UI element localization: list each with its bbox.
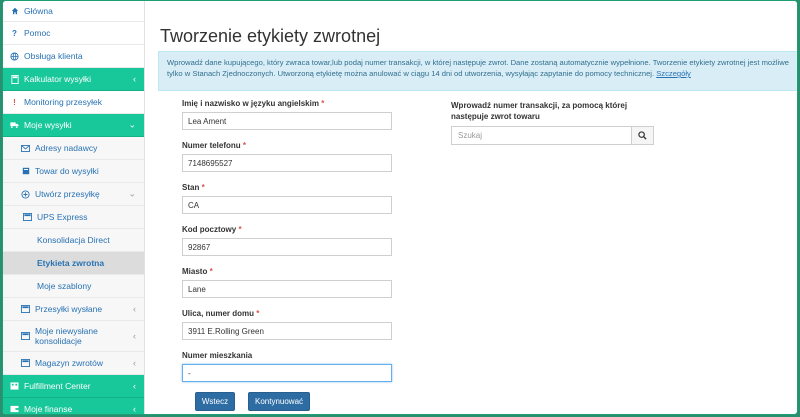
- transaction-search: Wprowadź numer transakcji, za pomocą któ…: [451, 100, 656, 145]
- sidebar-item-unsent-consolidations[interactable]: Moje niewysłane konsolidacje ‹: [3, 321, 144, 352]
- apartment-input[interactable]: -: [182, 364, 392, 382]
- sidebar-item-label: Towar do wysyłki: [35, 166, 99, 176]
- sidebar-item-label: Przesyłki wysłane: [35, 304, 103, 314]
- globe-icon: [10, 51, 19, 61]
- list-icon: [23, 213, 32, 222]
- street-label: Ulica, numer domu *: [182, 309, 260, 318]
- sidebar-item-sender-addresses[interactable]: Adresy nadawcy: [3, 137, 144, 160]
- chevron-left-icon: ‹: [133, 404, 136, 414]
- sidebar-item-label: Magazyn zwrotów: [35, 358, 104, 368]
- sidebar-item-ups-express[interactable]: UPS Express: [3, 206, 144, 229]
- sidebar-item-label: Moje finanse: [24, 404, 73, 414]
- search-button[interactable]: [632, 126, 654, 145]
- sidebar-item-label: Moje niewysłane konsolidacje: [35, 326, 98, 346]
- sidebar-item-label: UPS Express: [37, 212, 88, 222]
- app-window: Główna ? Pomoc Obsługa klienta Kalkulato…: [2, 0, 798, 415]
- box-icon: [21, 167, 30, 176]
- list-icon: [21, 305, 30, 314]
- zip-input[interactable]: 92867: [182, 238, 392, 256]
- search-icon: [638, 127, 647, 145]
- continue-button[interactable]: Kontynuować: [248, 392, 310, 411]
- phone-label: Numer telefonu *: [182, 141, 247, 150]
- phone-field-group: Numer telefonu * 7148695527: [182, 141, 392, 183]
- sidebar-item-label: Monitoring przesyłek: [24, 97, 102, 107]
- sidebar-item-label: Adresy nadawcy: [35, 143, 98, 153]
- sidebar-item-label: Moje szablony: [37, 281, 92, 291]
- chevron-down-icon: ⌄: [128, 119, 136, 130]
- sidebar-item-calculator[interactable]: Kalkulator wysyłki ‹: [3, 68, 144, 91]
- plus-circle-icon: [21, 189, 30, 199]
- info-alert: Wprowadź dane kupującego, który zwraca t…: [158, 51, 797, 91]
- chevron-left-icon: ‹: [133, 331, 136, 341]
- street-input[interactable]: 3911 E.Rolling Green: [182, 322, 392, 340]
- name-field-group: Imię i nazwisko w języku angielskim * Le…: [182, 99, 392, 141]
- sidebar-item-fulfillment[interactable]: Fulfillment Center ‹: [3, 375, 144, 398]
- zip-label: Kod pocztowy *: [182, 225, 242, 234]
- sidebar-item-label: Fulfillment Center: [24, 381, 91, 391]
- sidebar: Główna ? Pomoc Obsługa klienta Kalkulato…: [3, 1, 145, 414]
- sidebar-item-help[interactable]: ? Pomoc: [3, 22, 144, 45]
- back-button[interactable]: Wstecz: [195, 392, 235, 411]
- sidebar-item-label: Obsługa klienta: [24, 51, 83, 61]
- sidebar-item-direct-consolidation[interactable]: Konsolidacja Direct: [3, 229, 144, 252]
- phone-input[interactable]: 7148695527: [182, 154, 392, 172]
- list-icon: [21, 359, 30, 368]
- sidebar-item-label: Główna: [24, 6, 53, 16]
- chevron-left-icon: ‹: [133, 304, 136, 314]
- name-input[interactable]: Lea Ament: [182, 112, 392, 130]
- home-icon: [10, 7, 19, 16]
- state-input[interactable]: CA: [182, 196, 392, 214]
- list-icon: [21, 332, 30, 341]
- sidebar-item-customer-service[interactable]: Obsługa klienta: [3, 45, 144, 68]
- return-address-form: Imię i nazwisko w języku angielskim * Le…: [182, 99, 392, 393]
- street-field-group: Ulica, numer domu * 3911 E.Rolling Green: [182, 309, 392, 351]
- zip-field-group: Kod pocztowy * 92867: [182, 225, 392, 267]
- sidebar-item-label: Utwórz przesyłkę: [35, 189, 100, 199]
- page-title: Tworzenie etykiety zwrotnej: [160, 26, 381, 46]
- transaction-search-input[interactable]: Szukaj: [451, 126, 632, 145]
- sidebar-item-label: Konsolidacja Direct: [37, 235, 110, 245]
- city-field-group: Miasto * Lane: [182, 267, 392, 309]
- sidebar-item-label: Pomoc: [24, 28, 51, 38]
- apartment-field-group: Numer mieszkania -: [182, 351, 392, 393]
- details-link[interactable]: Szczegóły: [656, 69, 691, 78]
- envelope-icon: [21, 144, 30, 153]
- chevron-down-icon: ⌄: [128, 188, 136, 199]
- state-field-group: Stan * CA: [182, 183, 392, 225]
- sidebar-item-label: Kalkulator wysyłki: [24, 74, 92, 84]
- transaction-label: Wprowadź numer transakcji, za pomocą któ…: [451, 101, 628, 121]
- question-icon: ?: [12, 28, 17, 38]
- name-label: Imię i nazwisko w języku angielskim *: [182, 99, 325, 108]
- building-icon: [10, 382, 19, 391]
- sidebar-item-finances[interactable]: Moje finanse ‹: [3, 398, 144, 414]
- sidebar-item-sent-shipments[interactable]: Przesyłki wysłane ‹: [3, 298, 144, 321]
- sidebar-item-label: Moje wysyłki: [24, 120, 72, 130]
- city-input[interactable]: Lane: [182, 280, 392, 298]
- exclamation-icon: !: [13, 97, 16, 107]
- main-content: Tworzenie etykiety zwrotnej Wprowadź dan…: [146, 1, 797, 414]
- apartment-label: Numer mieszkania: [182, 351, 253, 360]
- city-label: Miasto *: [182, 267, 213, 276]
- wallet-icon: [10, 405, 19, 414]
- sidebar-item-monitoring[interactable]: ! Monitoring przesyłek: [3, 91, 144, 114]
- calculator-icon: [10, 74, 19, 84]
- state-label: Stan *: [182, 183, 205, 192]
- info-text: Wprowadź dane kupującego, który zwraca t…: [167, 58, 790, 78]
- sidebar-item-label: Etykieta zwrotna: [37, 258, 105, 268]
- chevron-left-icon: ‹: [133, 74, 136, 84]
- sidebar-item-returns-warehouse[interactable]: Magazyn zwrotów ‹: [3, 352, 144, 375]
- sidebar-item-my-templates[interactable]: Moje szablony: [3, 275, 144, 298]
- chevron-left-icon: ‹: [133, 358, 136, 368]
- sidebar-item-home[interactable]: Główna: [3, 1, 144, 22]
- sidebar-item-my-shipments[interactable]: Moje wysyłki ⌄: [3, 114, 144, 137]
- chevron-left-icon: ‹: [133, 381, 136, 391]
- sidebar-item-return-label[interactable]: Etykieta zwrotna: [3, 252, 144, 275]
- truck-icon: [10, 121, 19, 130]
- sidebar-item-goods[interactable]: Towar do wysyłki: [3, 160, 144, 183]
- transaction-search-group: Szukaj: [451, 126, 654, 145]
- sidebar-item-create-shipment[interactable]: Utwórz przesyłkę ⌄: [3, 183, 144, 206]
